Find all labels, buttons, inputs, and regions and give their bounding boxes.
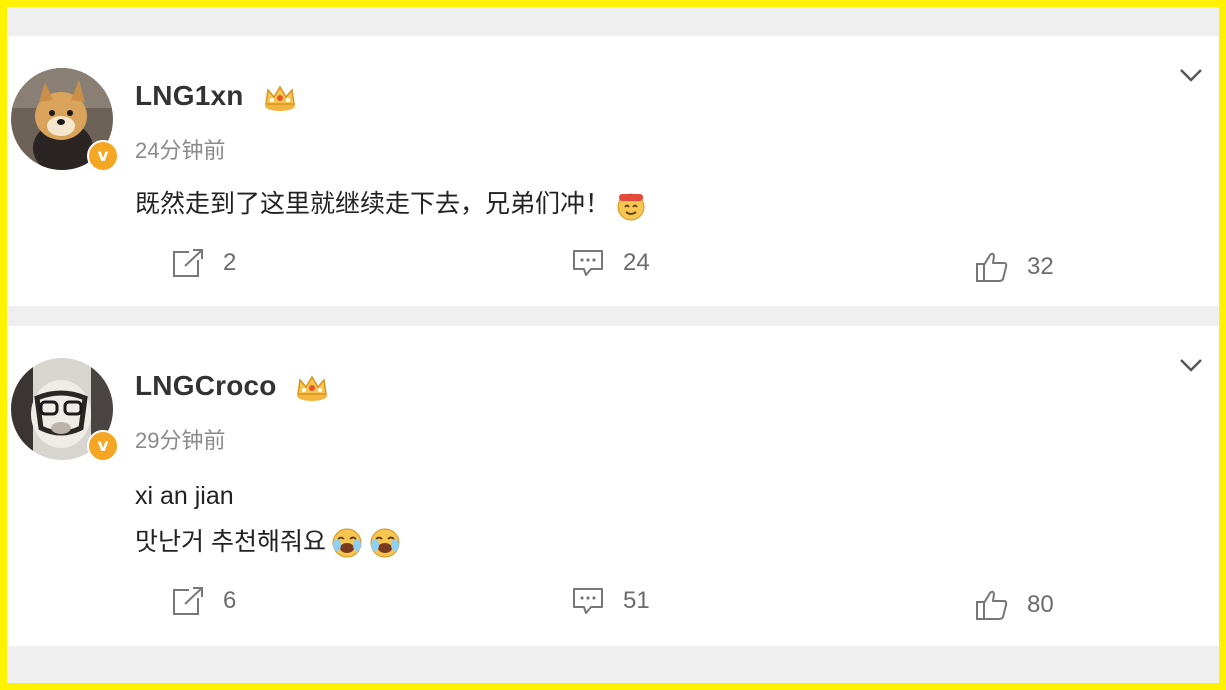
share-icon [173, 586, 205, 615]
username[interactable]: LNGCroco [135, 370, 277, 402]
comment-count: 51 [623, 587, 650, 614]
share-count: 6 [223, 587, 237, 614]
emoji-icon [617, 193, 645, 221]
comment-icon [573, 250, 603, 276]
crying-laughing-emoji-icon [332, 528, 362, 558]
share-button[interactable]: 2 [171, 248, 236, 278]
comment-text: xi an jian [135, 482, 234, 510]
like-button[interactable]: 32 [975, 251, 1054, 283]
share-button[interactable]: 6 [171, 586, 236, 616]
comment-text: 既然走到了这里就继续走下去，兄弟们冲！ [135, 186, 648, 222]
share-icon [173, 248, 205, 277]
thumbs-up-icon [976, 252, 1008, 282]
like-button[interactable]: 80 [975, 589, 1054, 621]
comment-card: v LNG1xn 24分钟前 既然走到了这里就继续走下去，兄弟们冲！ 2 24 … [7, 36, 1219, 306]
crying-laughing-emoji-icon [370, 528, 400, 558]
like-count: 32 [1027, 253, 1054, 280]
verified-v-icon: v [87, 140, 119, 172]
comment-count: 24 [623, 249, 650, 276]
verified-v-icon: v [87, 430, 119, 462]
chevron-down-icon[interactable] [1177, 354, 1205, 376]
timestamp: 29分钟前 [135, 428, 226, 453]
comment-text-line2: 맛난거 추천해줘요 [135, 524, 402, 560]
reply-button[interactable]: 24 [571, 248, 650, 278]
share-count: 2 [223, 249, 237, 276]
thumbs-up-icon [976, 590, 1008, 620]
reply-button[interactable]: 51 [571, 586, 650, 616]
like-count: 80 [1027, 591, 1054, 618]
comment-icon [573, 588, 603, 614]
comment-card: v LNGCroco 29分钟前 xi an jian 맛난거 추천해줘요 6 … [7, 326, 1219, 646]
chevron-down-icon[interactable] [1177, 64, 1205, 86]
avatar[interactable]: v [11, 68, 119, 172]
timestamp: 24分钟前 [135, 138, 226, 163]
username[interactable]: LNG1xn [135, 80, 244, 112]
crown-icon [265, 85, 295, 111]
crown-icon [297, 375, 327, 401]
avatar[interactable]: v [11, 358, 119, 462]
